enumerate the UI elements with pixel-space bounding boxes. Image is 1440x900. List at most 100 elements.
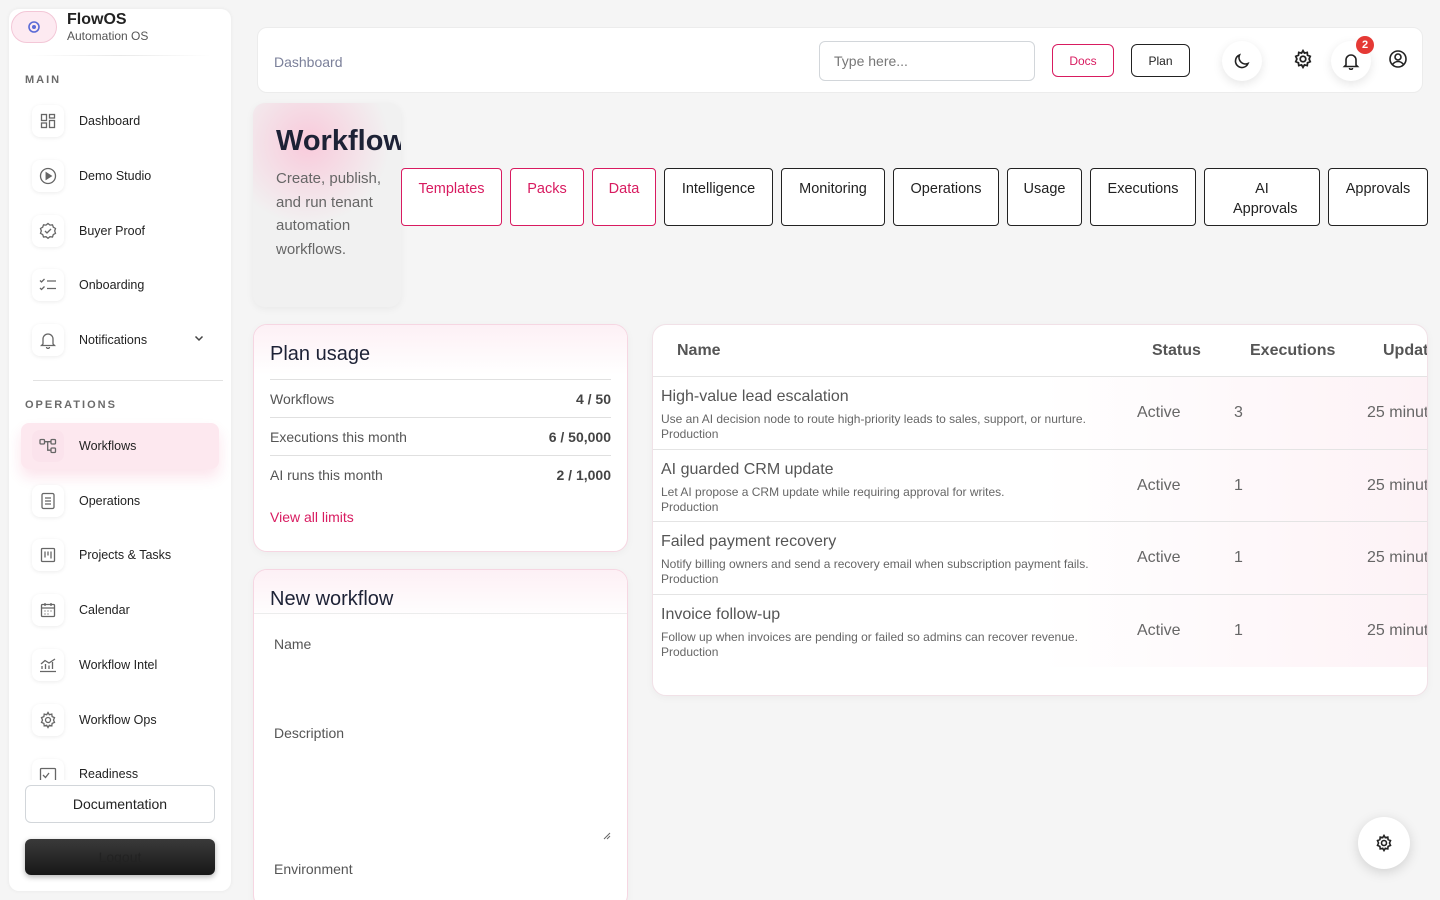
workflow-name[interactable]: AI guarded CRM update	[661, 461, 834, 479]
workflows-table: Name Status Executions Updated High-valu…	[652, 324, 1428, 696]
column-header-executions[interactable]: Executions	[1250, 342, 1335, 360]
usage-row: Workflows 4 / 50	[270, 379, 611, 417]
gear-icon	[1375, 834, 1393, 852]
dashboard-icon	[32, 105, 64, 137]
column-header-updated[interactable]: Updated	[1383, 342, 1427, 360]
breadcrumb[interactable]: Dashboard	[274, 54, 343, 70]
tab-monitoring[interactable]: Monitoring	[781, 168, 885, 226]
sidebar-item-label: Notifications	[79, 333, 148, 347]
plan-usage-card: Plan usage Workflows 4 / 50 Executions t…	[253, 324, 628, 552]
sidebar: FlowOS Automation OS MAIN Dashboard Demo…	[9, 9, 231, 891]
sidebar-item-label: Onboarding	[79, 278, 145, 292]
workflow-name[interactable]: High-value lead escalation	[661, 388, 849, 406]
chevron-down-icon[interactable]	[193, 332, 205, 344]
logout-button[interactable]: Logout	[25, 839, 215, 875]
workflow-name[interactable]: Failed payment recovery	[661, 533, 836, 551]
badge-check-icon	[32, 215, 64, 247]
workflow-environment: Production	[661, 572, 719, 586]
plan-usage-title: Plan usage	[270, 343, 371, 365]
executions-count: 1	[1234, 622, 1243, 639]
updated-time: 25 minutes ago	[1367, 477, 1428, 494]
user-avatar-icon[interactable]	[1388, 49, 1408, 69]
updated-time: 25 minutes ago	[1367, 404, 1428, 421]
workflow-name[interactable]: Invoice follow-up	[661, 606, 780, 624]
calendar-icon	[32, 594, 64, 626]
usage-row: Executions this month 6 / 50,000	[270, 417, 611, 455]
brand[interactable]: FlowOS Automation OS	[9, 9, 231, 45]
sidebar-item-projects-tasks[interactable]: Projects & Tasks	[21, 532, 219, 578]
brand-title: FlowOS	[67, 11, 127, 28]
sidebar-item-readiness[interactable]: Readiness	[21, 752, 219, 780]
sidebar-item-notifications[interactable]: Notifications	[21, 317, 219, 363]
sidebar-item-label: Projects & Tasks	[79, 548, 172, 562]
workflow-description: Follow up when invoices are pending or f…	[661, 630, 1078, 644]
tab-packs[interactable]: Packs	[510, 168, 584, 226]
documentation-button[interactable]: Documentation	[25, 785, 215, 823]
sidebar-item-label: Workflow Intel	[79, 658, 158, 672]
table-row[interactable]: High-value lead escalation Use an AI dec…	[653, 376, 1428, 449]
sidebar-item-label: Demo Studio	[79, 169, 152, 183]
usage-value: 4 / 50	[575, 390, 611, 407]
table-row[interactable]: Failed payment recovery Notify billing o…	[653, 521, 1427, 594]
sidebar-item-buyer-proof[interactable]: Buyer Proof	[21, 208, 219, 254]
usage-row: AI runs this month 2 / 1,000	[270, 455, 611, 493]
tab-approvals[interactable]: Approvals	[1328, 168, 1428, 226]
table-row[interactable]: AI guarded CRM update Let AI propose a C…	[653, 449, 1428, 522]
search-input[interactable]: Type here...	[819, 41, 1035, 81]
workflow-environment: Production	[661, 645, 719, 659]
divider	[254, 613, 627, 614]
updated-time: 25 minutes ago	[1367, 622, 1428, 639]
tab-ai-approvals[interactable]: AI Approvals	[1204, 168, 1320, 226]
workflow-icon	[32, 430, 64, 462]
name-field[interactable]	[274, 656, 607, 692]
sidebar-item-demo-studio[interactable]: Demo Studio	[21, 153, 219, 199]
gear-icon	[32, 704, 64, 736]
tab-data[interactable]: Data	[592, 168, 656, 226]
docs-button[interactable]: Docs	[1052, 44, 1114, 77]
tab-operations[interactable]: Operations	[893, 168, 999, 226]
view-all-limits-link[interactable]: View all limits	[270, 509, 354, 525]
sidebar-item-workflows[interactable]: Workflows	[21, 423, 219, 469]
sidebar-item-label: Buyer Proof	[79, 224, 146, 238]
sidebar-item-onboarding[interactable]: Onboarding	[21, 262, 219, 308]
tab-intelligence[interactable]: Intelligence	[664, 168, 773, 226]
usage-label: AI runs this month	[270, 466, 383, 483]
status-badge: Active	[1137, 404, 1181, 421]
moon-icon[interactable]	[1222, 41, 1262, 81]
page-header-card: Workflows Create, publish, and run tenan…	[253, 103, 401, 307]
page-description: Create, publish, and run tenant automati…	[276, 170, 382, 258]
divider	[33, 380, 223, 381]
floating-settings-button[interactable]	[1358, 817, 1410, 869]
status-badge: Active	[1137, 549, 1181, 566]
sidebar-item-label: Readiness	[79, 767, 139, 780]
executions-count: 1	[1234, 549, 1243, 566]
usage-label: Workflows	[270, 390, 335, 407]
topbar: Dashboard Type here... Docs Plan 2	[257, 27, 1423, 93]
workflow-description: Notify billing owners and send a recover…	[661, 557, 1089, 571]
status-badge: Active	[1137, 622, 1181, 639]
sidebar-item-operations[interactable]: Operations	[21, 478, 219, 524]
executions-count: 3	[1234, 404, 1243, 421]
page-title: Workflows	[276, 125, 401, 157]
sidebar-item-calendar[interactable]: Calendar	[21, 587, 219, 633]
gear-icon[interactable]	[1293, 49, 1313, 69]
nav-section-main: MAIN	[25, 74, 62, 86]
plan-button[interactable]: Plan	[1131, 44, 1190, 77]
sidebar-item-dashboard[interactable]: Dashboard	[21, 98, 219, 144]
usage-label: Executions this month	[270, 428, 407, 445]
description-field[interactable]	[274, 746, 611, 840]
tab-usage[interactable]: Usage	[1007, 168, 1082, 226]
environment-field-label: Environment	[274, 861, 353, 877]
sidebar-item-label: Operations	[79, 494, 141, 508]
tab-executions[interactable]: Executions	[1090, 168, 1196, 226]
name-field-label: Name	[274, 636, 312, 652]
column-header-name[interactable]: Name	[677, 342, 721, 360]
table-row[interactable]: Invoice follow-up Follow up when invoice…	[653, 594, 1428, 667]
brand-subtitle: Automation OS	[67, 29, 149, 43]
sidebar-item-workflow-intel[interactable]: Workflow Intel	[21, 642, 219, 688]
column-header-status[interactable]: Status	[1152, 342, 1201, 360]
sidebar-item-label: Workflows	[79, 439, 137, 453]
sidebar-item-workflow-ops[interactable]: Workflow Ops	[21, 697, 219, 743]
tab-templates[interactable]: Templates	[401, 168, 502, 226]
status-badge: Active	[1137, 477, 1181, 494]
